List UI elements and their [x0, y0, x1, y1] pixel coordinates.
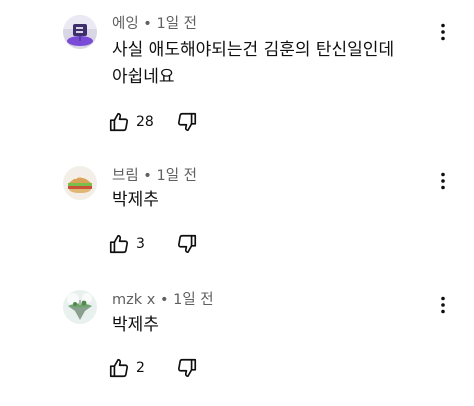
thumbs-up-icon [108, 357, 130, 379]
meta-separator: • [143, 16, 152, 32]
comment-text-line: 사실 애도해야되는건 김훈의 탄신일인데 [112, 40, 395, 60]
comment-actions: 3 [108, 231, 198, 257]
avatar[interactable] [63, 166, 97, 200]
like-button[interactable]: 2 [108, 357, 156, 379]
more-options-button[interactable] [432, 170, 454, 196]
thumbs-down-icon [176, 111, 198, 133]
comment-item: 에잉 • 1일 전 사실 애도해야되는건 김훈의 탄신일인데 아쉽네요 28 [0, 0, 474, 150]
meta-separator: • [159, 292, 169, 308]
dislike-button[interactable] [176, 233, 198, 255]
like-count: 3 [136, 236, 145, 252]
comment-text-line: 박제추 [112, 190, 159, 210]
like-count: 2 [136, 360, 145, 376]
comment-time: 1일 전 [173, 292, 214, 308]
comment-actions: 28 [108, 109, 198, 135]
more-vert-icon [440, 172, 446, 194]
comment-text: 박제추 [112, 187, 159, 214]
meta-separator: • [143, 168, 152, 184]
author-name[interactable]: 브림 [112, 168, 139, 184]
more-vert-icon [440, 23, 446, 45]
comment-item: mzk x • 1일 전 박제추 2 [0, 280, 474, 406]
author-name[interactable]: 에잉 [112, 16, 139, 32]
comment-item: 브림 • 1일 전 박제추 3 [0, 150, 474, 280]
comment-time: 1일 전 [156, 16, 197, 32]
thumbs-up-icon [108, 111, 130, 133]
avatar[interactable] [63, 15, 97, 49]
comment-time: 1일 전 [156, 168, 197, 184]
more-options-button[interactable] [432, 21, 454, 47]
thumbs-up-icon [108, 233, 130, 255]
avatar[interactable] [63, 290, 97, 324]
comment-meta: 에잉 • 1일 전 [112, 14, 197, 34]
like-button[interactable]: 28 [108, 111, 156, 133]
dislike-button[interactable] [176, 111, 198, 133]
thumbs-down-icon [176, 357, 198, 379]
like-count: 28 [136, 114, 154, 130]
comment-meta: mzk x • 1일 전 [112, 290, 214, 310]
comment-text-line: 박제추 [112, 315, 159, 335]
thumbs-down-icon [176, 233, 198, 255]
comment-text: 박제추 [112, 312, 159, 339]
more-vert-icon [440, 296, 446, 318]
more-options-button[interactable] [432, 294, 454, 320]
author-name[interactable]: mzk x [112, 292, 155, 308]
comment-text-line: 아쉽네요 [112, 67, 175, 87]
dislike-button[interactable] [176, 357, 198, 379]
like-button[interactable]: 3 [108, 233, 156, 255]
comment-text: 사실 애도해야되는건 김훈의 탄신일인데 아쉽네요 [112, 37, 394, 91]
comment-actions: 2 [108, 355, 198, 381]
comment-meta: 브림 • 1일 전 [112, 166, 197, 186]
